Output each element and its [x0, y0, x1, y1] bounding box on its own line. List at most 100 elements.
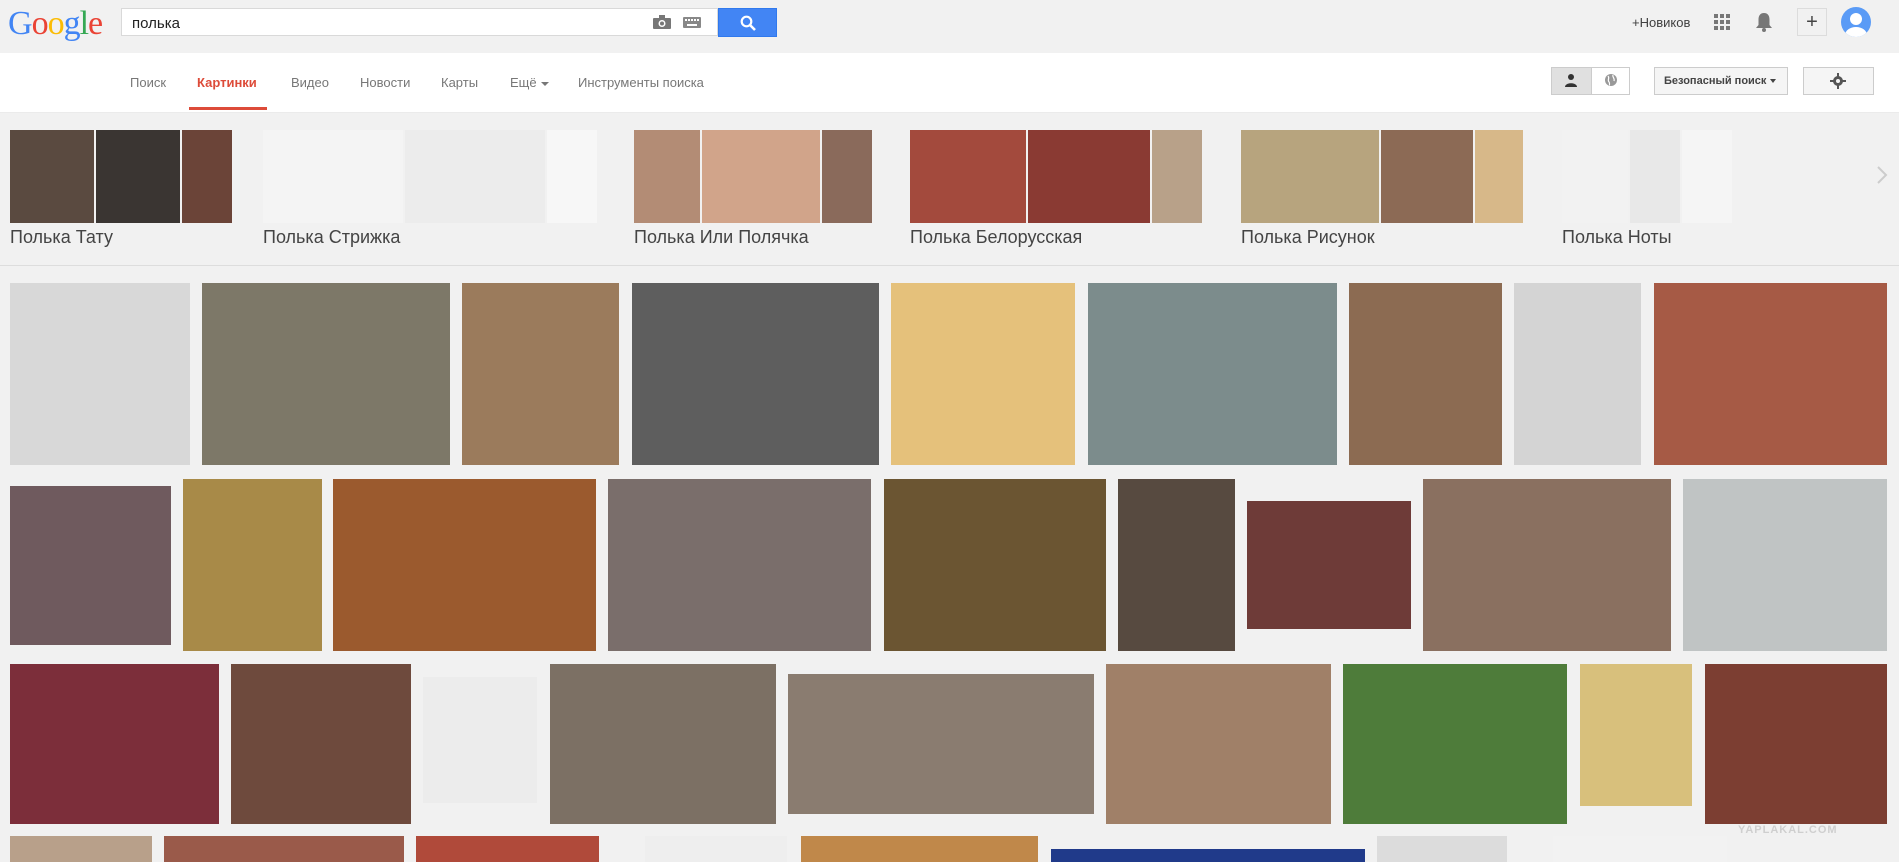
image-result[interactable]	[202, 283, 450, 465]
notifications-bell-icon[interactable]	[1755, 12, 1773, 32]
related-thumbnail	[634, 130, 700, 223]
tab-images[interactable]: Картинки	[197, 75, 257, 90]
image-result[interactable]	[550, 664, 776, 824]
image-result[interactable]	[1247, 501, 1411, 629]
gear-icon	[1830, 73, 1846, 89]
results-type-toggle	[1551, 67, 1630, 95]
active-tab-indicator	[189, 107, 267, 110]
related-thumbnail	[1475, 130, 1523, 223]
settings-button[interactable]	[1803, 67, 1874, 95]
image-result[interactable]	[1377, 836, 1507, 862]
tab-search-tools[interactable]: Инструменты поиска	[578, 75, 704, 90]
related-thumbnail	[822, 130, 872, 223]
image-result[interactable]	[891, 283, 1075, 465]
image-result[interactable]	[645, 836, 787, 862]
globe-icon	[1605, 74, 1617, 86]
site-watermark: YAPLAKAL.COM	[1738, 824, 1838, 836]
image-result[interactable]	[183, 479, 322, 651]
tab-video[interactable]: Видео	[291, 75, 329, 90]
image-result[interactable]	[462, 283, 619, 465]
image-result[interactable]	[1705, 664, 1887, 824]
logo-letter: g	[63, 5, 81, 42]
related-label: Полька Ноты	[1562, 227, 1672, 247]
search-nav: Поиск Картинки Видео Новости Карты Ещё И…	[0, 53, 1899, 113]
image-result[interactable]	[1349, 283, 1502, 465]
image-result[interactable]	[1343, 664, 1567, 824]
keyboard-icon[interactable]	[683, 17, 701, 28]
apps-grid-icon[interactable]	[1714, 14, 1730, 30]
related-label: Полька Рисунок	[1241, 227, 1375, 247]
image-result[interactable]	[1553, 836, 1727, 862]
related-thumbnail	[182, 130, 232, 223]
related-label: Полька Тату	[10, 227, 113, 247]
image-result[interactable]	[788, 674, 1094, 814]
safe-search-label: Безопасный поиск	[1664, 75, 1767, 87]
chevron-right-icon[interactable]	[1876, 165, 1888, 185]
related-label: Полька Или Полячка	[634, 227, 809, 247]
related-thumbnail	[1152, 130, 1202, 223]
google-logo[interactable]: Google	[8, 5, 103, 42]
search-input[interactable]: полька	[132, 15, 180, 32]
image-result[interactable]	[164, 836, 404, 862]
image-result[interactable]	[1088, 283, 1337, 465]
tab-more-label: Ещё	[510, 75, 537, 90]
global-results-button[interactable]	[1591, 68, 1630, 94]
tab-maps[interactable]: Карты	[441, 75, 478, 90]
search-box[interactable]: полька	[121, 8, 718, 36]
related-thumbnail	[263, 130, 403, 223]
tab-news[interactable]: Новости	[360, 75, 410, 90]
image-result[interactable]	[10, 283, 190, 465]
related-thumbnail	[405, 130, 545, 223]
image-result[interactable]	[423, 677, 537, 803]
tab-search[interactable]: Поиск	[130, 75, 166, 90]
user-avatar-icon	[1845, 13, 1867, 37]
image-result[interactable]	[608, 479, 871, 651]
related-thumbnail	[96, 130, 180, 223]
image-result[interactable]	[1683, 479, 1887, 651]
image-result[interactable]	[1514, 283, 1641, 465]
image-result[interactable]	[333, 479, 596, 651]
related-thumbnail	[1562, 130, 1628, 223]
avatar[interactable]	[1841, 7, 1871, 37]
image-result[interactable]	[1118, 479, 1235, 651]
user-profile-link[interactable]: +Новиков	[1632, 15, 1690, 30]
related-thumbnail	[1630, 130, 1680, 223]
image-result[interactable]	[801, 836, 1038, 862]
top-bar: Google полька +Новиков +	[0, 0, 1899, 53]
logo-letter: o	[47, 5, 65, 42]
image-result[interactable]	[10, 836, 152, 862]
related-thumbnail	[1241, 130, 1379, 223]
image-result[interactable]	[231, 664, 411, 824]
image-result[interactable]	[10, 664, 219, 824]
chevron-down-icon	[540, 81, 549, 86]
related-thumbnail	[1028, 130, 1150, 223]
image-result[interactable]	[884, 479, 1106, 651]
person-icon	[1565, 74, 1577, 87]
logo-letter: G	[8, 5, 33, 42]
image-result[interactable]	[1423, 479, 1671, 651]
camera-icon[interactable]	[653, 15, 671, 29]
related-thumbnail	[10, 130, 94, 223]
related-thumbnail	[547, 130, 597, 223]
related-label: Полька Стрижка	[263, 227, 401, 247]
related-label: Полька Белорусская	[910, 227, 1083, 247]
related-thumbnail	[1682, 130, 1732, 223]
related-searches: Полька Тату Полька Стрижка Полька Или По…	[0, 113, 1899, 266]
image-result[interactable]	[1580, 664, 1692, 806]
share-button[interactable]: +	[1797, 8, 1827, 36]
image-result[interactable]	[416, 836, 599, 862]
search-icon	[740, 15, 756, 31]
caret-down-icon	[1770, 79, 1777, 84]
image-result[interactable]	[632, 283, 879, 465]
personal-results-button[interactable]	[1552, 68, 1591, 94]
search-button[interactable]	[718, 8, 777, 37]
image-result[interactable]	[1051, 849, 1365, 862]
logo-letter: e	[88, 5, 103, 42]
image-result[interactable]	[1106, 664, 1331, 824]
image-result[interactable]	[10, 486, 171, 645]
safe-search-dropdown[interactable]: Безопасный поиск	[1654, 67, 1788, 95]
logo-letter: o	[31, 5, 49, 42]
image-result[interactable]	[1654, 283, 1887, 465]
related-thumbnail	[910, 130, 1026, 223]
tab-more[interactable]: Ещё	[510, 75, 549, 90]
